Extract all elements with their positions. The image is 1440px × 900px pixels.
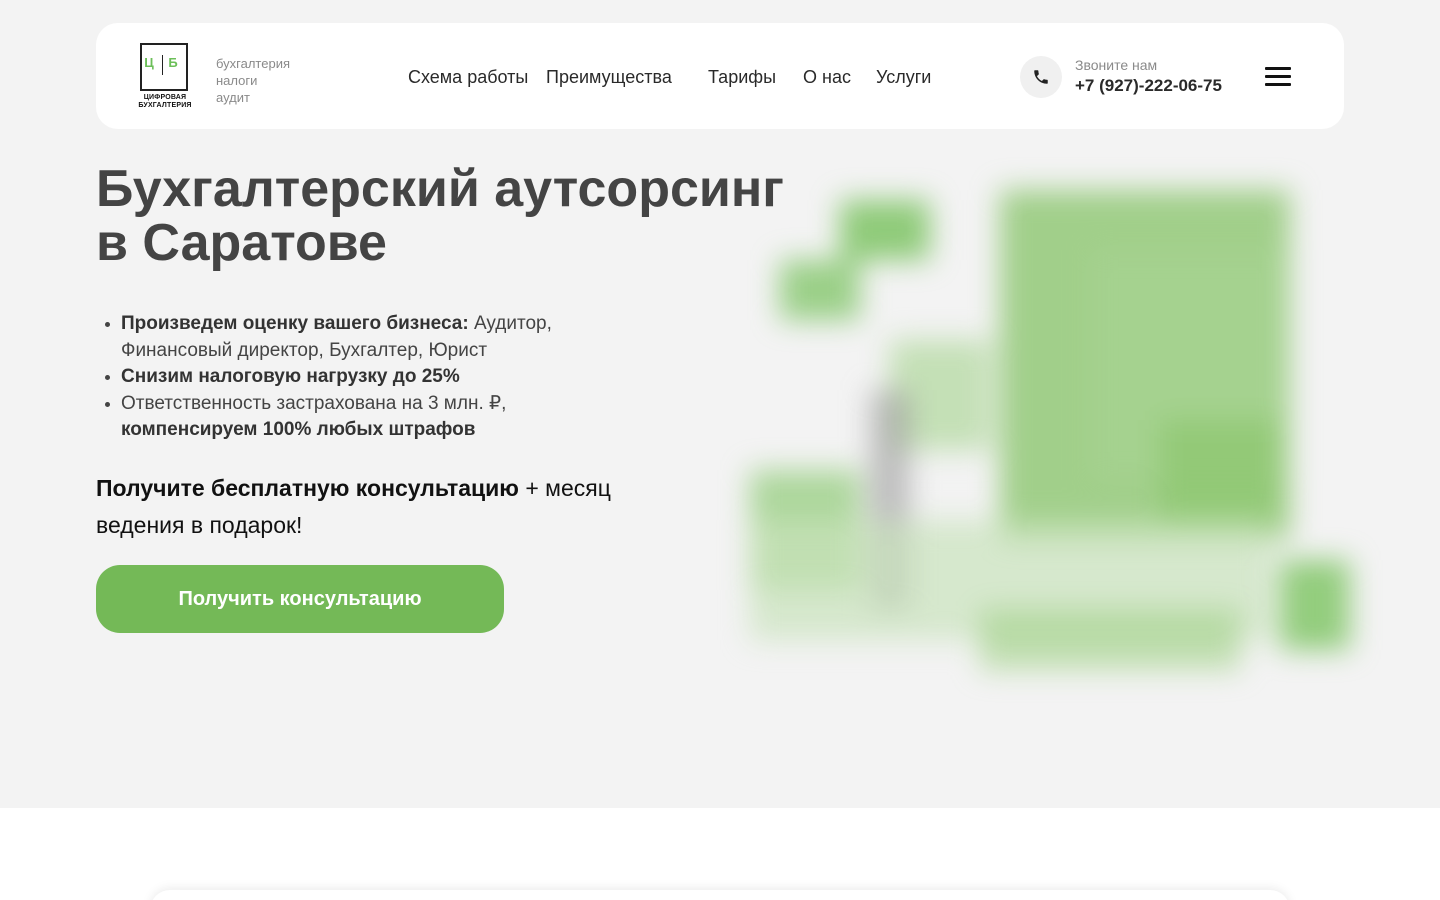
benefit-bold: Произведем оценку вашего бизнеса:: [121, 313, 469, 334]
phone-number-link[interactable]: +7 (927)-222-06-75: [1075, 76, 1222, 96]
tagline-item: бухгалтерия: [216, 56, 291, 71]
benefits-list: Произведем оценку вашего бизнеса: Аудито…: [96, 311, 616, 444]
hero-title-line-2: в Саратове: [96, 214, 387, 272]
benefit-item: Снизим налоговую нагрузку до 25%: [96, 364, 616, 391]
benefit-text: Ответственность застрахована на 3 млн. ₽…: [121, 392, 507, 414]
nav-link-services[interactable]: Услуги: [876, 67, 931, 88]
nav-link-pricing[interactable]: Тарифы: [708, 67, 776, 88]
nav-link-about[interactable]: О нас: [803, 67, 851, 88]
menu-line: [1265, 75, 1291, 78]
benefit-bold: компенсируем 100% любых штрафов: [121, 419, 476, 440]
logo-divider: [162, 55, 163, 75]
logo-caption-line-1: ЦИФРОВАЯ: [143, 94, 187, 101]
hamburger-menu-icon[interactable]: [1264, 66, 1294, 88]
next-section-card: [150, 890, 1290, 900]
phone-glyph: [1034, 70, 1048, 84]
logo-letter-1: Ц: [144, 55, 154, 70]
tagline-item: аудит: [216, 90, 250, 105]
company-logo[interactable]: Ц Б ЦИФРОВАЯ БУХГАЛТЕРИЯ: [136, 43, 194, 109]
tagline-item: налоги: [216, 73, 258, 88]
nav-link-scheme[interactable]: Схема работы: [408, 67, 528, 88]
logo-letter-2: Б: [168, 55, 178, 70]
benefit-bold: Снизим налоговую нагрузку до 25%: [121, 366, 460, 387]
benefit-item: Ответственность застрахована на 3 млн. ₽…: [96, 391, 616, 444]
hero-title-line-1: Бухгалтерский аутсорсинг: [96, 160, 784, 218]
benefit-item: Произведем оценку вашего бизнеса: Аудито…: [96, 311, 616, 364]
phone-icon[interactable]: [1020, 56, 1062, 98]
logo-caption: ЦИФРОВАЯ БУХГАЛТЕРИЯ: [136, 94, 194, 109]
menu-line: [1265, 83, 1291, 86]
logo-caption-line-2: БУХГАЛТЕРИЯ: [138, 101, 192, 109]
hero-title: Бухгалтерский аутсорсинг в Саратове: [96, 162, 856, 270]
site-header: Ц Б ЦИФРОВАЯ БУХГАЛТЕРИЯ бухгалтерия нал…: [96, 23, 1344, 129]
phone-label: Звоните нам: [1075, 57, 1158, 73]
offer-text: Получите бесплатную консультацию + месяц…: [96, 470, 676, 544]
menu-line: [1265, 67, 1291, 70]
nav-link-advantages[interactable]: Преимущества: [546, 67, 672, 88]
tagline: бухгалтерия налоги аудит: [216, 55, 290, 106]
get-consultation-button[interactable]: Получить консультацию: [96, 565, 504, 633]
offer-bold: Получите бесплатную консультацию: [96, 475, 519, 501]
